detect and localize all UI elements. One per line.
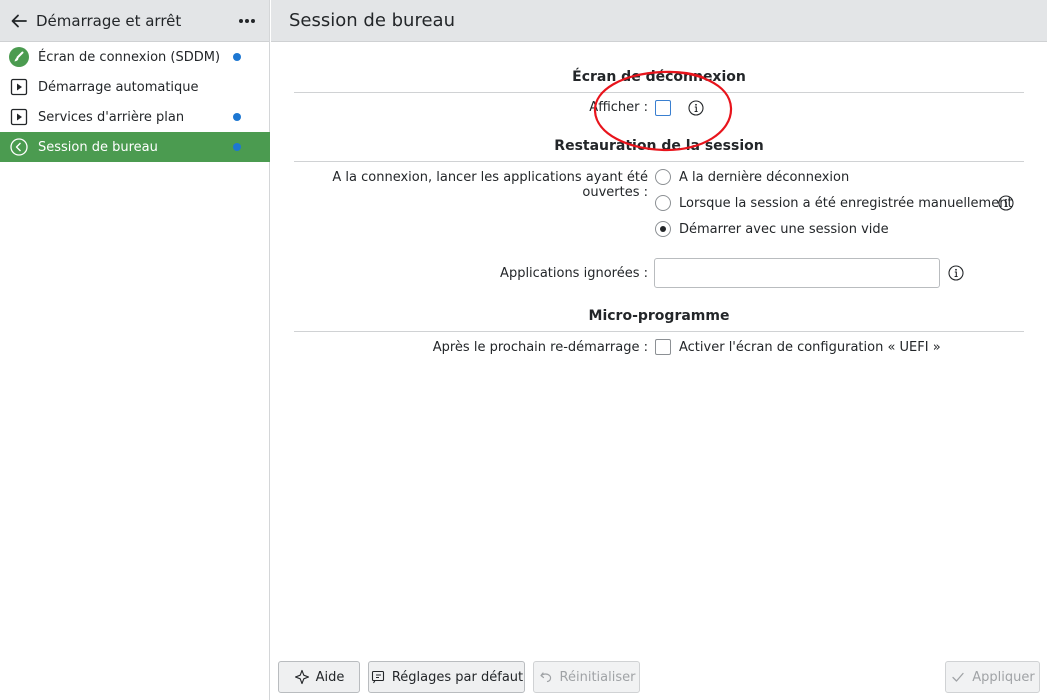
section-divider [294, 92, 1024, 93]
defaults-icon [371, 670, 384, 684]
show-logout-checkbox[interactable] [655, 100, 671, 116]
restore-section-title: Restauration de la session [554, 138, 764, 154]
info-icon[interactable] [998, 195, 1014, 211]
reset-button[interactable]: Réinitialiser [533, 661, 640, 693]
info-icon[interactable] [948, 265, 964, 281]
restore-label: A la connexion, lancer les applications … [332, 170, 648, 200]
brush-icon [9, 47, 29, 67]
sidebar: Démarrage et arrêt Écran de connexion (S… [0, 0, 270, 700]
defaults-button-label: Réglages par défaut [391, 669, 524, 685]
back-arrow-icon[interactable] [10, 12, 28, 30]
uefi-checkbox-label[interactable]: Activer l'écran de configuration « UEFI … [679, 340, 941, 355]
firmware-section-title: Micro-programme [588, 308, 730, 324]
sidebar-item-desktop-session[interactable]: Session de bureau [0, 132, 270, 162]
sidebar-title: Démarrage et arrêt [36, 11, 182, 30]
chevron-left-circle-icon [10, 138, 28, 156]
section-divider [294, 161, 1024, 162]
show-logout-label: Afficher : [589, 100, 648, 115]
restore-last-logout-label[interactable]: A la dernière déconnexion [679, 170, 849, 185]
ignored-apps-input[interactable] [654, 258, 940, 288]
more-options-icon[interactable] [237, 13, 257, 29]
apply-button-label: Appliquer [972, 669, 1035, 685]
restore-empty-session-label[interactable]: Démarrer avec une session vide [679, 222, 889, 237]
logout-section-title: Écran de déconnexion [572, 69, 746, 85]
section-divider [294, 331, 1024, 332]
reset-button-label: Réinitialiser [559, 669, 636, 685]
undo-icon [539, 672, 551, 683]
sidebar-item-label: Écran de connexion (SDDM) [38, 49, 221, 65]
modified-indicator [233, 53, 241, 61]
modified-indicator [233, 113, 241, 121]
checkmark-icon [952, 672, 964, 682]
main-header: Session de bureau [271, 0, 1047, 42]
restore-manual-label[interactable]: Lorsque la session a été enregistrée man… [679, 196, 1013, 211]
sidebar-item-background-services[interactable]: Services d'arrière plan [0, 102, 270, 132]
sidebar-item-label: Services d'arrière plan [38, 109, 185, 125]
restore-last-logout-radio[interactable] [655, 169, 671, 185]
play-box-icon [10, 78, 28, 96]
sidebar-header: Démarrage et arrêt [0, 0, 269, 42]
play-box-icon [10, 108, 28, 126]
help-icon [294, 669, 309, 685]
help-button[interactable]: Aide [278, 661, 360, 693]
sidebar-item-autostart[interactable]: Démarrage automatique [0, 72, 270, 102]
defaults-button[interactable]: Réglages par défaut [368, 661, 525, 693]
ignored-apps-label: Applications ignorées : [500, 266, 648, 281]
sidebar-item-label: Session de bureau [38, 139, 158, 155]
help-button-label: Aide [315, 669, 345, 685]
sidebar-item-sddm[interactable]: Écran de connexion (SDDM) [0, 42, 270, 72]
info-icon[interactable] [688, 100, 704, 116]
after-reboot-label: Après le prochain re-démarrage : [432, 340, 648, 355]
apply-button[interactable]: Appliquer [945, 661, 1040, 693]
modified-indicator [233, 143, 241, 151]
uefi-checkbox[interactable] [655, 339, 671, 355]
restore-empty-session-radio[interactable] [655, 221, 671, 237]
restore-manual-radio[interactable] [655, 195, 671, 211]
page-title: Session de bureau [289, 10, 455, 31]
sidebar-item-label: Démarrage automatique [38, 79, 199, 95]
